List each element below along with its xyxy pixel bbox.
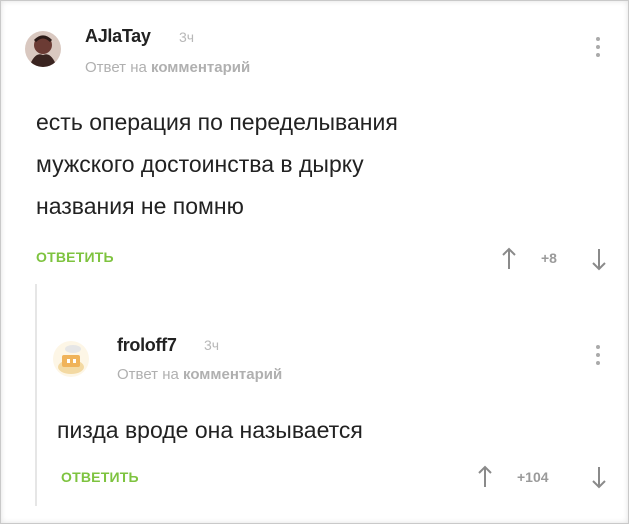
- comment-text-line: есть операция по переделывания: [36, 109, 398, 135]
- arrow-down-icon[interactable]: [591, 465, 607, 489]
- comment-1: AJlaTay 3ч Ответ на комментарий есть опе…: [1, 1, 630, 291]
- rating-value: +104: [517, 469, 549, 485]
- timestamp: 3ч: [179, 29, 195, 45]
- username[interactable]: froloff7: [117, 335, 177, 356]
- comment-text: пизда вроде она называется: [57, 409, 363, 451]
- reply-to-label: Ответ на комментарий: [117, 366, 282, 383]
- avatar[interactable]: [53, 341, 89, 377]
- comment-text: есть операция по переделывания мужского …: [36, 101, 398, 227]
- reply-prefix: Ответ на: [85, 59, 147, 76]
- arrow-up-icon[interactable]: [501, 247, 517, 271]
- comments-panel: AJlaTay 3ч Ответ на комментарий есть опе…: [0, 0, 629, 524]
- reply-button[interactable]: ОТВЕТИТЬ: [61, 469, 139, 485]
- avatar[interactable]: [25, 31, 61, 67]
- comment-text-line: мужского достоинства в дырку: [36, 151, 364, 177]
- comment-2: froloff7 3ч Ответ на комментарий пизда в…: [1, 291, 630, 521]
- avatar-image: [25, 31, 61, 67]
- reply-prefix: Ответ на: [117, 366, 179, 383]
- comment-text-line: названия не помню: [36, 193, 244, 219]
- reply-to-label: Ответ на комментарий: [85, 59, 250, 76]
- reply-target-link[interactable]: комментарий: [183, 366, 282, 383]
- rating-value: +8: [541, 250, 557, 266]
- vertical-dots-icon[interactable]: [593, 37, 603, 61]
- comment-text-line: пизда вроде она называется: [57, 417, 363, 443]
- arrow-down-icon[interactable]: [591, 247, 607, 271]
- timestamp: 3ч: [204, 337, 220, 353]
- reply-target-link[interactable]: комментарий: [151, 59, 250, 76]
- username[interactable]: AJlaTay: [85, 26, 151, 47]
- vertical-dots-icon[interactable]: [593, 345, 603, 369]
- arrow-up-icon[interactable]: [477, 465, 493, 489]
- reply-button[interactable]: ОТВЕТИТЬ: [36, 249, 114, 265]
- avatar-image: [53, 341, 89, 377]
